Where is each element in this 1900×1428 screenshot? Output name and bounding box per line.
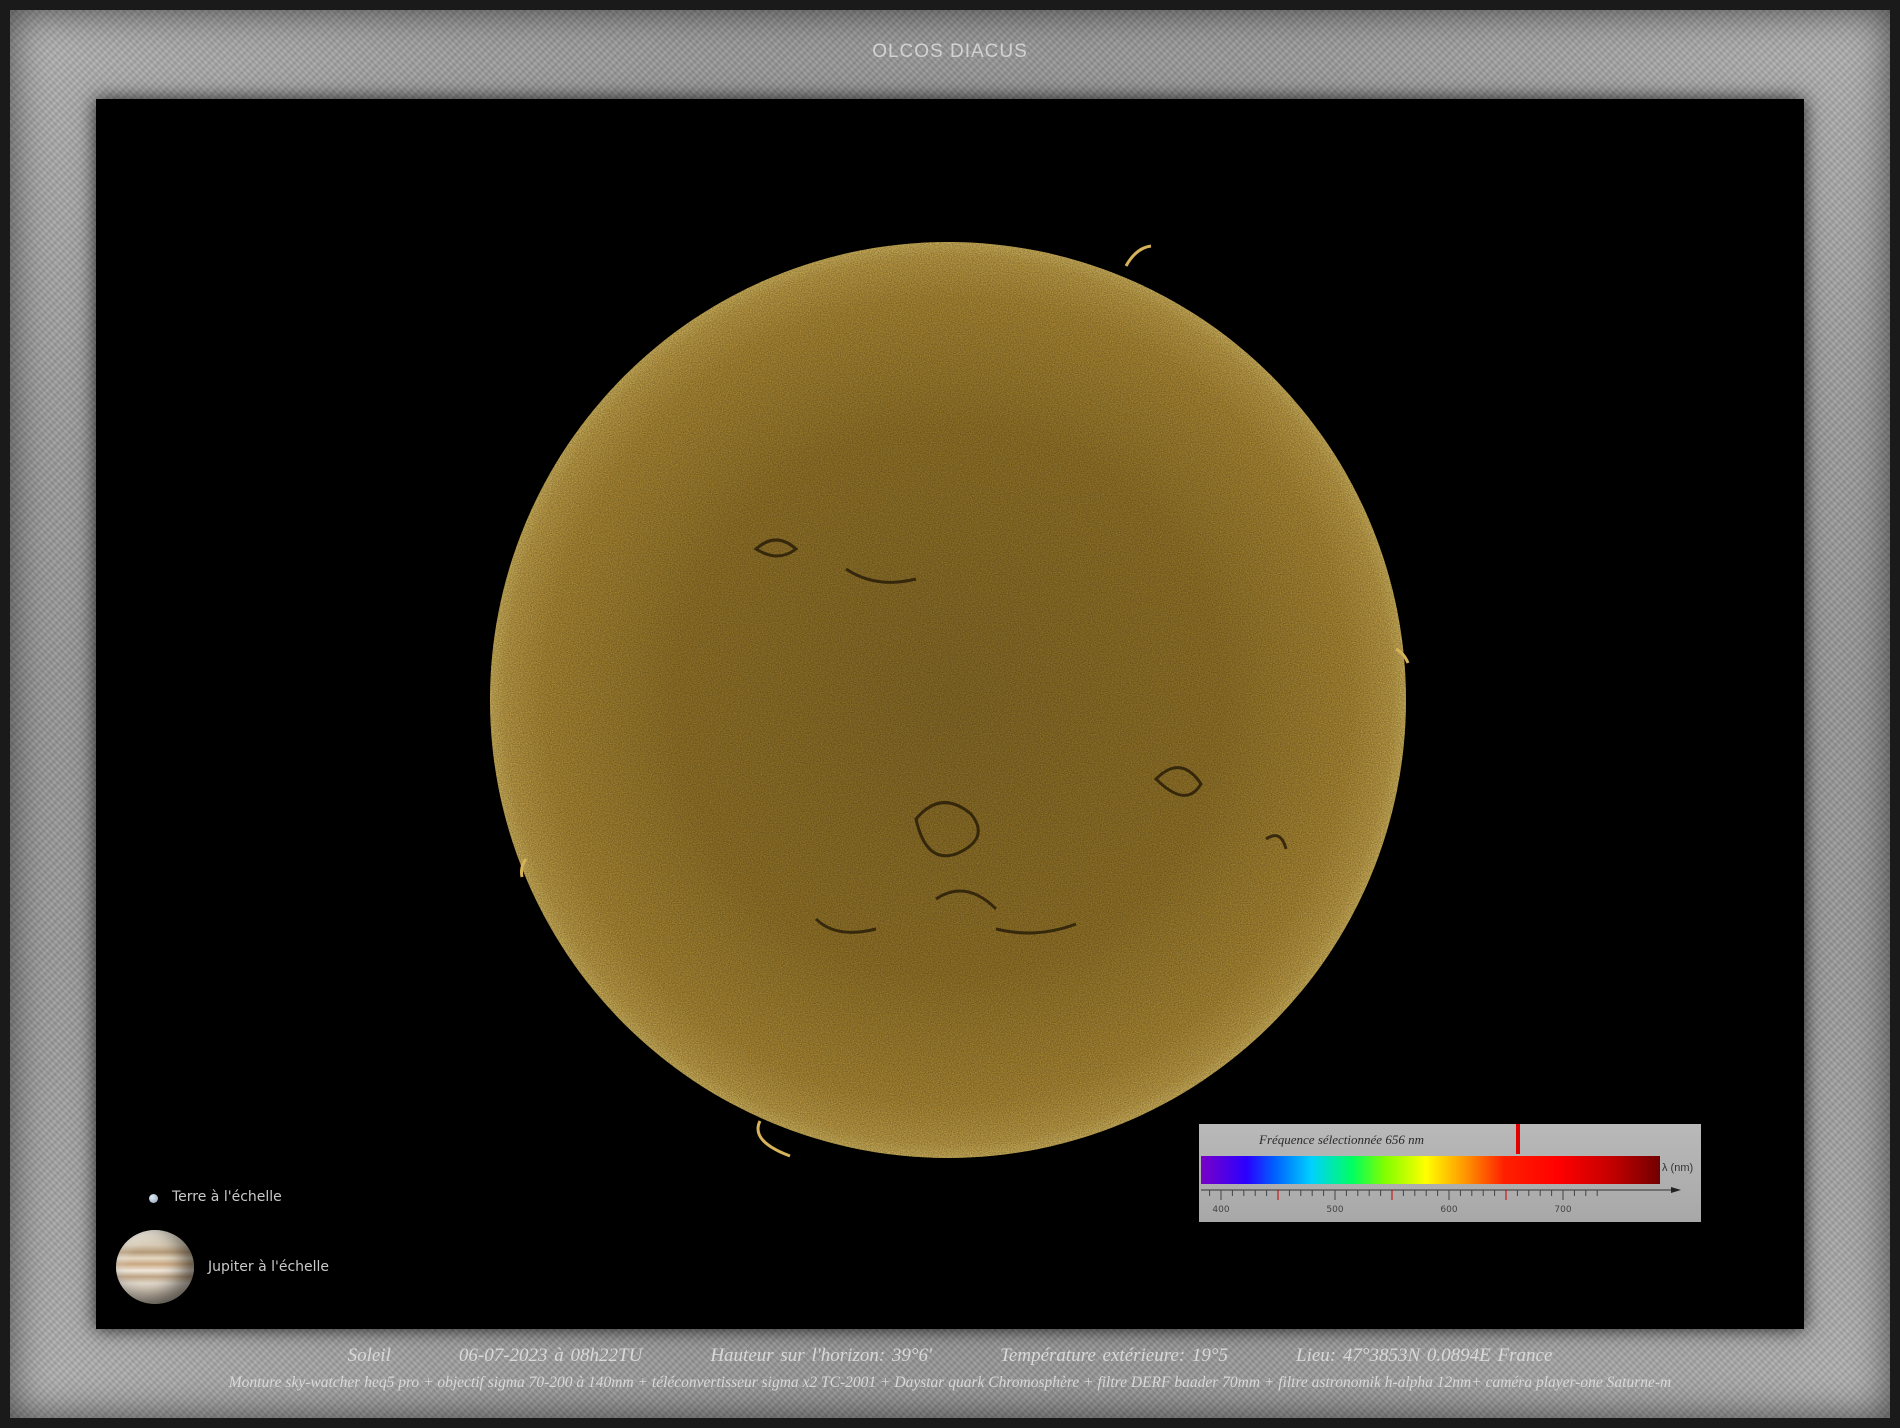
jupiter-scale-icon <box>116 1230 194 1304</box>
spectrum-label: Fréquence sélectionnée 656 nm <box>1259 1132 1424 1147</box>
equipment-info: Monture sky-watcher heq5 pro + objectif … <box>228 1374 1672 1391</box>
spectrum-tick-label: 500 <box>1326 1205 1343 1215</box>
selected-frequency-marker <box>1516 1124 1520 1154</box>
sun-texture <box>490 242 1406 1158</box>
jupiter-scale-label: Jupiter à l'échelle <box>208 1259 330 1275</box>
info-temperature: Température extérieure: 19°5 <box>1000 1345 1229 1366</box>
earth-scale-label: Terre à l'échelle <box>172 1189 282 1205</box>
spectrum-tick-label: 700 <box>1554 1205 1571 1215</box>
spectrum-tick-label: 600 <box>1440 1205 1457 1215</box>
earth-scale-icon <box>149 1194 158 1203</box>
info-object: Soleil <box>347 1345 391 1366</box>
spectrum-panel: Fréquence sélectionnée 656 nm λ (nm) 400… <box>1199 1124 1701 1222</box>
image-title: OLCOS DIACUS <box>872 41 1028 62</box>
spectrum-axis: 400 500 600 700 <box>1201 1187 1681 1215</box>
info-altitude: Hauteur sur l'horizon: 39°6' <box>710 1345 933 1366</box>
spectrum-tick-label: 400 <box>1212 1205 1229 1215</box>
info-location: Lieu: 47°3853N 0.0894E France <box>1296 1345 1553 1366</box>
observation-info: Soleil 06-07-2023 à 08h22TU Hauteur sur l'… <box>0 1345 1900 1367</box>
spectrum-gradient-bar <box>1201 1156 1660 1184</box>
info-datetime: 06-07-2023 à 08h22TU <box>458 1345 643 1366</box>
spectrum-unit: λ (nm) <box>1662 1162 1694 1174</box>
